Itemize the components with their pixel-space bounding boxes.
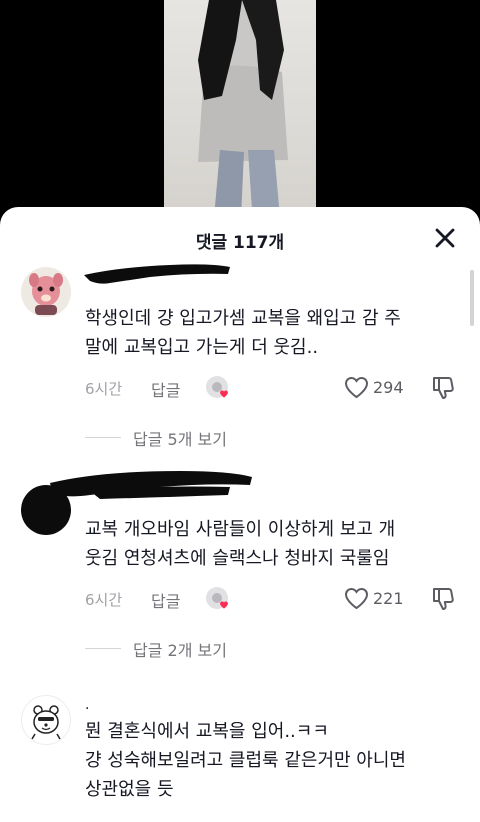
comment-time: 6시간 bbox=[85, 591, 123, 609]
comment-text: 뭔 결혼식에서 교복을 입어..ㅋㅋ 걍 성숙해보일려고 클럽룩 같은거만 아니… bbox=[85, 721, 406, 800]
creator-liked-icon[interactable] bbox=[205, 375, 231, 401]
creator-liked-icon[interactable] bbox=[205, 586, 231, 612]
replies-divider bbox=[85, 437, 121, 438]
close-icon[interactable] bbox=[434, 227, 456, 249]
comment-text: 교복 개오바임 사람들이 이상하게 보고 개 웃김 연청셔츠에 슬랙스나 청바지… bbox=[85, 519, 396, 569]
username-redaction bbox=[84, 264, 230, 284]
video-player[interactable] bbox=[0, 0, 480, 240]
comment-item: 교복 개오바임 사람들이 이상하게 보고 개 웃김 연청셔츠에 슬랙스나 청바지… bbox=[0, 469, 480, 660]
comment-time: 6시간 bbox=[85, 380, 123, 398]
comment-item: . 뭔 결혼식에서 교복을 입어..ㅋㅋ 걍 성숙해보일려고 클럽룩 같은거만 … bbox=[0, 693, 480, 822]
username-redaction bbox=[50, 471, 252, 499]
like-count: 294 bbox=[373, 378, 404, 397]
like-button[interactable]: 294 bbox=[344, 375, 412, 401]
reply-button[interactable]: 답글 bbox=[151, 377, 180, 401]
comment-username[interactable]: . bbox=[85, 697, 89, 713]
avatar[interactable] bbox=[21, 695, 71, 745]
comment-actions: 6시간 답글 221 bbox=[85, 586, 456, 612]
comments-sheet: 댓글 117개 학생인데 걍 입고가셈 교복을 왜입고 감 주 말에 교복입고 … bbox=[0, 207, 480, 822]
dislike-icon[interactable] bbox=[430, 586, 456, 612]
dislike-icon[interactable] bbox=[430, 375, 456, 401]
comment-item: 학생인데 걍 입고가셈 교복을 왜입고 감 주 말에 교복입고 가는게 더 웃김… bbox=[0, 263, 480, 453]
heart-icon bbox=[344, 587, 369, 610]
view-replies-button[interactable]: 답글 2개 보기 bbox=[85, 637, 285, 660]
avatar[interactable] bbox=[21, 267, 71, 317]
like-count: 221 bbox=[373, 589, 404, 608]
video-figure-image bbox=[198, 0, 288, 240]
like-button[interactable]: 221 bbox=[344, 586, 412, 612]
heart-icon bbox=[344, 376, 369, 399]
reply-button[interactable]: 답글 bbox=[151, 588, 180, 612]
comment-actions: 6시간 답글 294 bbox=[85, 375, 456, 401]
replies-divider bbox=[85, 648, 121, 649]
view-replies-label: 답글 2개 보기 bbox=[133, 641, 227, 660]
video-frame bbox=[164, 0, 316, 240]
comment-text: 학생인데 걍 입고가셈 교복을 왜입고 감 주 말에 교복입고 가는게 더 웃김… bbox=[85, 308, 401, 358]
comments-title: 댓글 117개 bbox=[195, 233, 285, 253]
view-replies-button[interactable]: 답글 5개 보기 bbox=[85, 426, 285, 449]
view-replies-label: 답글 5개 보기 bbox=[133, 430, 227, 449]
